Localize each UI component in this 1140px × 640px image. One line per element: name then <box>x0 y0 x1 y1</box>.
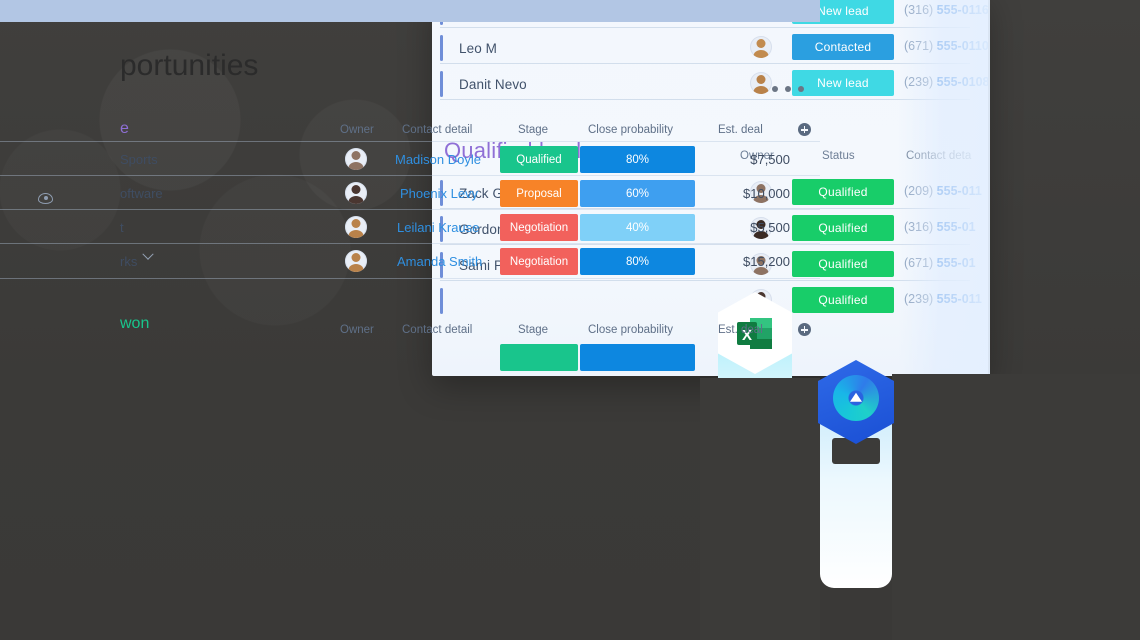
phone-area: (209) <box>904 184 934 198</box>
phone-area: (316) <box>904 220 934 234</box>
backdrop-notch <box>892 374 1140 640</box>
phone-rest: 555-01 <box>936 220 976 234</box>
lead-name: Danit Nevo <box>459 76 527 92</box>
phone-number[interactable]: (209) 555-011 <box>904 184 982 198</box>
phone-rest: 555-011 <box>936 184 982 198</box>
row-accent-bar <box>440 35 443 61</box>
backdrop-notch <box>700 378 820 640</box>
avatar <box>750 72 772 94</box>
phone-area: (671) <box>904 39 934 53</box>
phone-number[interactable]: (671) 555-01 <box>904 256 976 270</box>
lead-row[interactable]: Danit Nevo <box>440 66 527 102</box>
phone-number[interactable]: (239) 555-011 <box>904 292 982 306</box>
row-divider <box>440 63 970 64</box>
row-accent-bar <box>440 71 443 97</box>
lead-row[interactable]: Leo M <box>440 30 497 66</box>
row-divider <box>440 27 970 28</box>
status-badge[interactable]: Qualified <box>792 287 894 313</box>
qualified-row[interactable] <box>440 283 459 319</box>
phone-number[interactable]: (316) 555-0116 <box>904 3 988 17</box>
phone-rest: 555-0110 <box>936 39 988 53</box>
screenshot-stage: Michal Lupu Leo M Danit Nevo New lead Co… <box>0 0 1140 640</box>
phone-number[interactable]: (316) 555-01 <box>904 220 976 234</box>
phone-area: (239) <box>904 292 934 306</box>
lead-name: Leo M <box>459 40 498 56</box>
column-header-status: Status <box>822 150 855 162</box>
avatar <box>750 36 772 58</box>
phone-number[interactable]: (671) 555-0110 <box>904 39 988 53</box>
row-accent-bar <box>440 288 443 314</box>
phone-rest: 555-0116 <box>936 3 988 17</box>
phone-rest: 555-0108 <box>936 75 988 89</box>
row-divider <box>440 99 970 100</box>
phone-area: (671) <box>904 256 934 270</box>
phone-area: (316) <box>904 3 934 17</box>
phone-rest: 555-011 <box>936 292 982 306</box>
phone-area: (239) <box>904 75 934 89</box>
status-badge[interactable]: Contacted <box>792 34 894 60</box>
phone-rest: 555-01 <box>936 256 976 270</box>
status-badge[interactable]: New lead <box>792 70 894 96</box>
row-divider <box>440 280 970 281</box>
column-header-contact: Contact deta <box>906 150 972 162</box>
teams-logo-icon <box>833 375 879 421</box>
phone-number[interactable]: (239) 555-0108 <box>904 75 988 89</box>
